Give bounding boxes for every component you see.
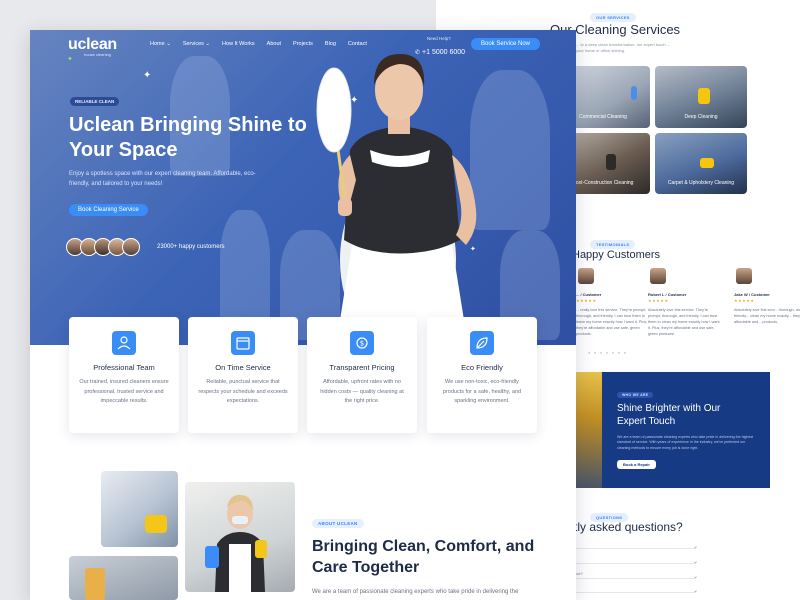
feature-card-professional-team: Professional Team Our trained, insured c…	[69, 317, 179, 433]
testimonial-text: ... really love this service. They're pr…	[576, 308, 648, 336]
service-tile-label: Deep Cleaning	[684, 114, 718, 120]
chevron-down-icon[interactable]: ⌄	[693, 543, 698, 550]
shine-pill: WHO WE ARE	[617, 392, 654, 398]
testimonial-name: Robert L / Customer	[648, 292, 687, 297]
cleaner-figure	[205, 494, 267, 592]
testimonials-pill: TESTIMONIALS	[590, 240, 636, 249]
book-repair-button[interactable]: Book a Repair	[617, 460, 656, 469]
bucket-image	[698, 88, 710, 104]
logo-wordmark: uclean	[68, 36, 117, 53]
glove-image	[700, 158, 714, 168]
customer-avatars	[66, 238, 140, 256]
testimonial-text: Absolutely love this service. They're pr…	[648, 308, 720, 336]
testimonial-name: ... / Customer	[576, 292, 602, 297]
hero-description: Enjoy a spotless space with our expert c…	[69, 171, 256, 187]
nav-services[interactable]: Services ⌄	[183, 41, 210, 47]
avatar	[578, 268, 594, 284]
carousel-dots[interactable]: ● ● ● ● ● ● ●	[588, 350, 627, 355]
nav-how-it-works[interactable]: How It Works	[222, 41, 255, 47]
avatar	[736, 268, 752, 284]
logo[interactable]: uclean house cleaning ✦	[67, 36, 117, 63]
hero-title: Uclean Bringing Shine to Your Space	[69, 114, 307, 161]
front-page: ✦ ✦ ✦ ✦ uclean house cleaning ✦ Home ⌄ S…	[30, 30, 576, 600]
shine-section: WHO WE ARE Shine Brighter with Our Exper…	[602, 372, 770, 488]
price-tag-icon: $	[350, 331, 374, 355]
feature-text: Our trained, insured cleaners ensure pro…	[79, 379, 169, 405]
about-description: We are a team of passionate cleaning exp…	[312, 589, 519, 595]
team-icon	[112, 331, 136, 355]
services-pill: OUR SERVICES	[590, 13, 636, 22]
service-tile-label: Carpet & Upholstery Cleaning	[667, 180, 735, 186]
feature-card-transparent-pricing: $ Transparent Pricing Affordable, upfron…	[307, 317, 417, 433]
glove-image	[145, 515, 167, 533]
feature-text: Reliable, punctual service that respects…	[198, 379, 288, 405]
chevron-down-icon[interactable]: ⌄	[693, 573, 698, 580]
nav-home[interactable]: Home ⌄	[150, 41, 171, 47]
calendar-icon	[231, 331, 255, 355]
feature-title: Eco Friendly	[461, 363, 503, 372]
feature-title: On Time Service	[215, 363, 271, 372]
feature-card-eco-friendly: Eco Friendly We use non-toxic, eco-frien…	[427, 317, 537, 433]
leaf-icon	[470, 331, 494, 355]
shine-side-image	[576, 372, 602, 488]
avatar	[122, 238, 140, 256]
star-rating: ★★★★★	[734, 298, 755, 303]
spray-bottle-image	[69, 556, 178, 600]
testimonial-text: Absolutely love this serv... thorough, a…	[734, 308, 800, 324]
chevron-down-icon[interactable]: ⌄	[693, 558, 698, 565]
window-cleaning-image	[101, 471, 178, 547]
feature-text: Affordable, upfront rates with no hidden…	[320, 379, 404, 405]
testimonial-card: Robert L / Customer ★★★★★ Absolutely lov…	[648, 262, 736, 344]
sparkle-icon: ✦	[143, 70, 152, 81]
chevron-down-icon[interactable]: ⌄	[693, 587, 698, 594]
testimonial-name: Jake W / Customer	[734, 292, 770, 297]
leaf-icon: ✦	[67, 56, 73, 63]
svg-text:$: $	[360, 340, 364, 348]
feature-text: We use non-toxic, eco-friendly products …	[442, 379, 522, 405]
faq-divider: ⌄	[576, 559, 698, 565]
testimonial-card: Jake W / Customer ★★★★★ Absolutely love …	[734, 262, 800, 344]
hero-badge: RELIABLE CLEAN	[70, 97, 120, 106]
hero-section: ✦ ✦ ✦ ✦ uclean house cleaning ✦ Home ⌄ S…	[30, 30, 576, 345]
faq-title: ...tly asked questions?	[564, 520, 683, 534]
faq-divider: ⌄	[576, 544, 698, 550]
faq-divider: ⌄	[576, 574, 698, 580]
feature-title: Professional Team	[93, 363, 155, 372]
avatar	[650, 268, 666, 284]
star-rating: ★★★★★	[648, 298, 669, 303]
star-rating: ★★★★★	[576, 298, 597, 303]
testimonials-title: Happy Customers	[572, 249, 661, 261]
cleaner-portrait-image	[185, 482, 295, 592]
happy-customers-count: 23000+ happy customers	[157, 244, 225, 250]
shine-description: We are a team of passionate cleaning exp…	[617, 435, 754, 450]
feature-title: Transparent Pricing	[329, 363, 395, 372]
feature-card-on-time-service: On Time Service Reliable, punctual servi…	[188, 317, 298, 433]
background-photo-figure	[220, 210, 270, 330]
vacuum-image	[606, 154, 616, 170]
maid-hero-image	[316, 54, 477, 345]
faq-divider: ⌄	[576, 588, 698, 594]
spray-bottle-image	[631, 86, 637, 100]
about-title: Bringing Clean, Comfort, and Care Togeth…	[312, 538, 535, 577]
services-description: ... to a deep clean transformation, our …	[576, 42, 671, 53]
about-pill: ABOUT UCLEAN	[312, 519, 364, 528]
nav-about[interactable]: About	[267, 41, 281, 47]
spray-bottle	[85, 568, 105, 600]
shine-title: Shine Brighter with Our Expert Touch	[617, 403, 721, 427]
book-cleaning-service-button[interactable]: Book Cleaning Service	[69, 204, 148, 216]
